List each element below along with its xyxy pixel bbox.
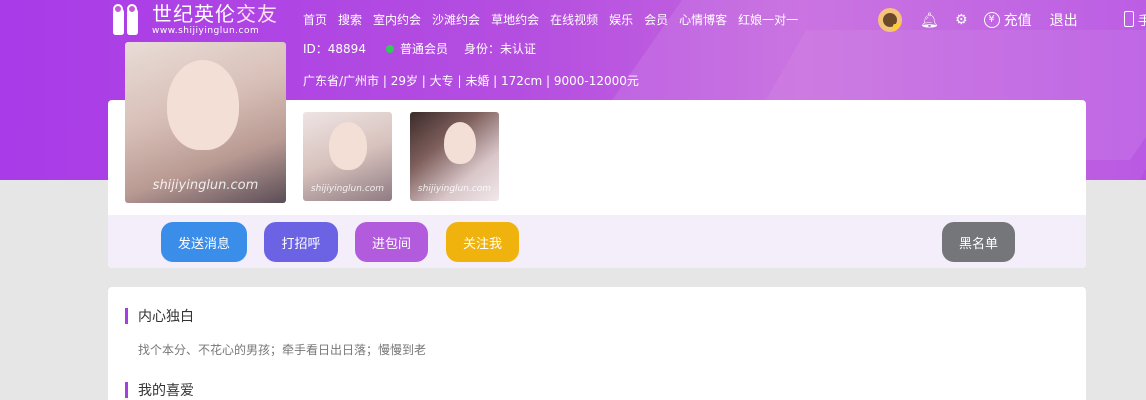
nav-item-membership[interactable]: 会员 (644, 11, 668, 28)
monologue-text: 找个本分、不花心的男孩；牵手看日出日落；慢慢到老 (138, 343, 427, 357)
profile-meta: ID：48894 普通会员 身份：未认证 (303, 40, 536, 57)
photo-thumbnail[interactable]: shijiyinglun.com (303, 112, 392, 201)
nav-item-beach-date[interactable]: 沙滩约会 (432, 11, 480, 28)
logout-link[interactable]: 退出 (1050, 10, 1078, 30)
photo-thumbnail[interactable]: shijiyinglun.com (410, 112, 499, 201)
nav-item-entertainment[interactable]: 娱乐 (609, 11, 633, 28)
member-level: 普通会员 (399, 42, 448, 56)
main-nav: 首页 搜索 室内约会 沙滩约会 草地约会 在线视频 娱乐 会员 心情博客 红娘一… (303, 11, 809, 28)
nav-item-home[interactable]: 首页 (303, 11, 327, 28)
photo-watermark: shijiyinglun.com (417, 184, 492, 194)
logo-title: 世纪英伦交友 (152, 2, 278, 26)
photo-watermark: shijiyinglun.com (310, 184, 385, 194)
blacklist-button[interactable]: 黑名单 (942, 222, 1015, 262)
nav-item-matchmaker[interactable]: 红娘一对一 (738, 11, 798, 28)
heading-accent-bar (125, 382, 128, 398)
hobbies-heading: 我的喜爱 (125, 380, 194, 400)
hobbies-title: 我的喜爱 (138, 383, 194, 399)
nav-item-blog[interactable]: 心情博客 (679, 11, 727, 28)
user-toolbar: 🔔︎ ⚙ ¥ 充值 退出 (878, 8, 1078, 32)
photo-watermark: shijiyinglun.com (152, 178, 259, 193)
send-message-button[interactable]: 发送消息 (161, 222, 247, 262)
mobile-link[interactable]: 手 (1138, 10, 1146, 29)
action-bar (108, 215, 1086, 268)
yen-icon[interactable]: ¥ (983, 12, 1000, 28)
identity-status: 身份：未认证 (463, 42, 536, 56)
recharge-link[interactable]: 充值 (1004, 10, 1032, 30)
logo-url: www.shijiyinglun.com (152, 26, 260, 36)
heading-accent-bar (125, 308, 128, 324)
nav-item-lawn-date[interactable]: 草地约会 (491, 11, 539, 28)
site-logo[interactable]: 世纪英伦交友 www.shijiyinglun.com (112, 2, 278, 36)
nav-item-search[interactable]: 搜索 (338, 11, 362, 28)
user-avatar[interactable] (878, 8, 902, 32)
greet-button[interactable]: 打招呼 (264, 222, 338, 262)
main-profile-photo[interactable]: shijiyinglun.com (125, 42, 286, 203)
bell-icon[interactable]: 🔔︎ (920, 11, 939, 29)
monologue-title: 内心独白 (138, 309, 194, 325)
profile-id: ID：48894 (303, 42, 366, 56)
profile-details: 广东省/广州市 | 29岁 | 大专 | 未婚 | 172cm | 9000-1… (303, 74, 639, 88)
logo-icon (112, 4, 140, 36)
online-status-dot (385, 44, 394, 53)
gear-icon[interactable]: ⚙ (955, 12, 968, 28)
phone-icon[interactable] (1124, 11, 1134, 27)
follow-button[interactable]: 关注我 (446, 222, 519, 262)
nav-item-indoor-date[interactable]: 室内约会 (373, 11, 421, 28)
nav-item-video[interactable]: 在线视频 (550, 11, 598, 28)
monologue-heading: 内心独白 (125, 306, 194, 326)
private-room-button[interactable]: 进包间 (355, 222, 428, 262)
